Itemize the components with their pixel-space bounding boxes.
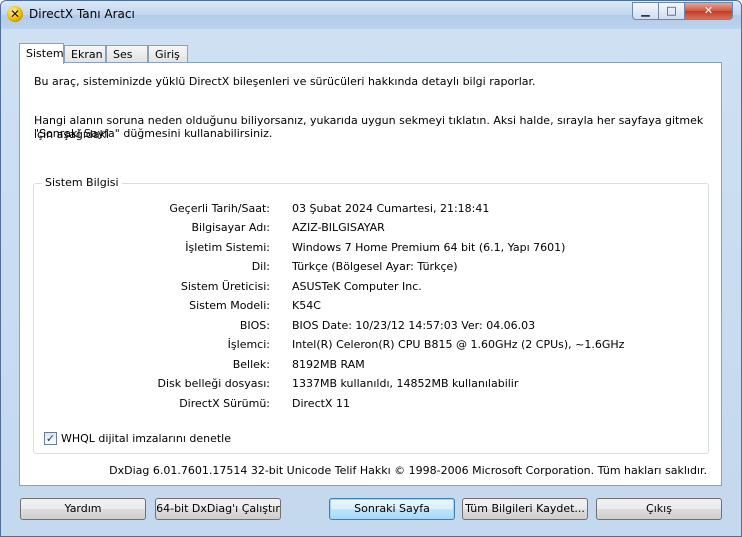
info-row-model: Sistem Modeli: K54C	[34, 299, 694, 315]
description-line-3: "Sonraki Sayfa" düğmesini kullanabilirsi…	[34, 127, 273, 140]
info-label: Bellek:	[232, 358, 270, 371]
info-row-datetime: Geçerli Tarih/Saat: 03 Şubat 2024 Cumart…	[34, 202, 694, 218]
tab-sistem[interactable]: Sistem	[19, 43, 64, 64]
directx-icon: ✕	[7, 6, 23, 22]
info-value: DirectX 11	[292, 397, 350, 410]
info-value: Windows 7 Home Premium 64 bit (6.1, Yapı…	[292, 241, 566, 254]
info-row-computer-name: Bilgisayar Adı: AZIZ-BILGISAYAR	[34, 221, 694, 237]
info-label: Sistem Üreticisi:	[180, 280, 270, 293]
copyright-footer: DxDiag 6.01.7601.17514 32-bit Unicode Te…	[109, 464, 707, 477]
description-line-1: Bu araç, sisteminizde yüklü DirectX bile…	[34, 75, 536, 88]
info-label: Geçerli Tarih/Saat:	[169, 202, 270, 215]
info-row-page-file: Disk belleği dosyası: 1337MB kullanıldı,…	[34, 377, 694, 393]
info-label: Bilgisayar Adı:	[191, 221, 270, 234]
maximize-button[interactable]: □	[659, 2, 685, 20]
system-info-group-title: Sistem Bilgisi	[42, 176, 122, 189]
tab-ses[interactable]: Ses	[106, 45, 148, 63]
info-row-processor: İşlemci: Intel(R) Celeron(R) CPU B815 @ …	[34, 338, 694, 354]
whql-checkbox[interactable]: ✓	[44, 432, 57, 445]
info-label: İşlemci:	[227, 338, 270, 351]
info-value: K54C	[292, 299, 321, 312]
system-info-group: Sistem Bilgisi Geçerli Tarih/Saat: 03 Şu…	[33, 176, 709, 454]
info-value: ASUSTeK Computer Inc.	[292, 280, 422, 293]
info-value: AZIZ-BILGISAYAR	[292, 221, 385, 234]
info-row-directx-version: DirectX Sürümü: DirectX 11	[34, 397, 694, 413]
info-label: Dil:	[251, 260, 270, 273]
save-all-info-button[interactable]: Tüm Bilgileri Kaydet...	[462, 498, 588, 520]
dxdiag-window: ✕ DirectX Tanı Aracı ▁ □ ✕ Sistem Ekran …	[0, 0, 742, 537]
info-label: İşletim Sistemi:	[185, 241, 270, 254]
info-value: Intel(R) Celeron(R) CPU B815 @ 1.60GHz (…	[292, 338, 625, 351]
close-button[interactable]: ✕	[685, 2, 733, 20]
info-label: Sistem Modeli:	[189, 299, 270, 312]
run-64bit-dxdiag-button[interactable]: 64-bit DxDiag'ı Çalıştır	[155, 498, 281, 520]
info-value: 1337MB kullanıldı, 14852MB kullanılabili…	[292, 377, 519, 390]
info-row-language: Dil: Türkçe (Bölgesel Ayar: Türkçe)	[34, 260, 694, 276]
info-label: Disk belleği dosyası:	[157, 377, 270, 390]
minimize-button[interactable]: ▁	[632, 2, 659, 20]
info-value: Türkçe (Bölgesel Ayar: Türkçe)	[292, 260, 458, 273]
sistem-tab-panel: Bu araç, sisteminizde yüklü DirectX bile…	[19, 62, 722, 486]
info-value: BIOS Date: 10/23/12 14:57:03 Ver: 04.06.…	[292, 319, 536, 332]
info-row-memory: Bellek: 8192MB RAM	[34, 358, 694, 374]
info-row-manufacturer: Sistem Üreticisi: ASUSTeK Computer Inc.	[34, 280, 694, 296]
whql-checkbox-label[interactable]: WHQL dijital imzalarını denetle	[61, 432, 231, 445]
exit-button[interactable]: Çıkış	[596, 498, 722, 520]
info-label: DirectX Sürümü:	[179, 397, 270, 410]
tab-giris[interactable]: Giriş	[148, 45, 188, 63]
next-page-button[interactable]: Sonraki Sayfa	[329, 498, 455, 520]
title-bar[interactable]: ✕ DirectX Tanı Aracı ▁ □ ✕	[1, 1, 741, 29]
info-label: BIOS:	[239, 319, 270, 332]
window-title: DirectX Tanı Aracı	[29, 7, 135, 21]
info-value: 8192MB RAM	[292, 358, 365, 371]
info-value: 03 Şubat 2024 Cumartesi, 21:18:41	[292, 202, 490, 215]
help-button[interactable]: Yardım	[20, 498, 146, 520]
info-row-bios: BIOS: BIOS Date: 10/23/12 14:57:03 Ver: …	[34, 319, 694, 335]
tab-ekran[interactable]: Ekran	[64, 45, 106, 63]
info-row-os: İşletim Sistemi: Windows 7 Home Premium …	[34, 241, 694, 257]
